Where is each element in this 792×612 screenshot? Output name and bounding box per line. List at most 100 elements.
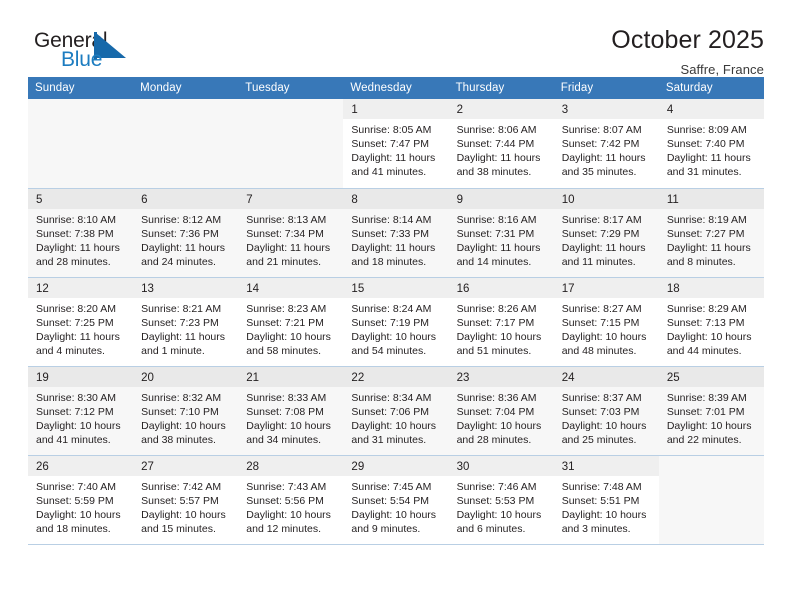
calendar-day-cell[interactable]: 12 Sunrise: 8:20 AM Sunset: 7:25 PM Dayligh… — [28, 277, 134, 367]
daylight-text: Daylight: 10 hours and 44 minutes. — [666, 330, 752, 357]
calendar-day-cell[interactable]: 1 Sunrise: 8:05 AM Sunset: 7:47 PM Daylight… — [343, 99, 449, 189]
daylight-text: Daylight: 11 hours and 4 minutes. — [36, 330, 120, 357]
calendar-day-cell[interactable]: 10 Sunrise: 8:17 AM Sunset: 7:29 PM Dayligh… — [553, 188, 659, 278]
daylight-text: Daylight: 10 hours and 31 minutes. — [351, 419, 437, 446]
sunset-text: Sunset: 7:40 PM — [666, 138, 745, 151]
calendar-day-cell[interactable]: 30 Sunrise: 7:46 AM Sunset: 5:53 PM Dayligh… — [448, 455, 554, 545]
daylight-text: Daylight: 10 hours and 9 minutes. — [351, 508, 437, 535]
sunset-text: Sunset: 7:04 PM — [456, 405, 535, 418]
calendar-day-cell[interactable]: 20 Sunrise: 8:32 AM Sunset: 7:10 PM Dayligh… — [133, 366, 239, 456]
day-number: 9 — [448, 188, 554, 209]
sunrise-text: Sunrise: 8:30 AM — [36, 391, 116, 404]
calendar-day-cell[interactable]: 26 Sunrise: 7:40 AM Sunset: 5:59 PM Dayligh… — [28, 455, 134, 545]
sunrise-text: Sunrise: 7:48 AM — [561, 480, 642, 493]
day-number: 5 — [28, 188, 134, 209]
calendar-day-cell[interactable]: 3 Sunrise: 8:07 AM Sunset: 7:42 PM Daylight… — [553, 99, 659, 189]
sunset-text: Sunset: 7:31 PM — [456, 227, 535, 240]
sun-info: Sunrise: 8:21 AM Sunset: 7:23 PM Daylight:… — [133, 298, 238, 358]
day-number: 11 — [658, 188, 764, 209]
sun-info: Sunrise: 8:07 AM Sunset: 7:42 PM Daylight:… — [554, 119, 659, 179]
calendar-day-cell[interactable]: 6 Sunrise: 8:12 AM Sunset: 7:36 PM Daylight… — [133, 188, 239, 278]
sun-info: Sunrise: 8:29 AM Sunset: 7:13 PM Daylight:… — [659, 298, 764, 358]
sunrise-text: Sunrise: 8:24 AM — [351, 302, 432, 315]
daylight-text: Daylight: 10 hours and 22 minutes. — [666, 419, 752, 446]
sunset-text: Sunset: 5:57 PM — [141, 494, 219, 507]
sunset-text: Sunset: 7:29 PM — [561, 227, 640, 240]
day-number — [133, 99, 238, 119]
calendar-week-row: 1 Sunrise: 8:05 AM Sunset: 7:47 PM Daylight… — [28, 99, 764, 189]
calendar-day-cell[interactable]: 9 Sunrise: 8:16 AM Sunset: 7:31 PM Daylight… — [448, 188, 554, 278]
daylight-text: Daylight: 11 hours and 24 minutes. — [141, 241, 225, 268]
sun-info: Sunrise: 8:27 AM Sunset: 7:15 PM Daylight:… — [554, 298, 659, 358]
sunset-text: Sunset: 7:19 PM — [351, 316, 430, 329]
calendar-day-cell[interactable]: 4 Sunrise: 8:09 AM Sunset: 7:40 PM Daylight… — [658, 99, 764, 189]
calendar-day-cell[interactable]: 15 Sunrise: 8:24 AM Sunset: 7:19 PM Dayligh… — [343, 277, 449, 367]
day-number: 10 — [553, 188, 659, 209]
calendar-day-cell[interactable]: 23 Sunrise: 8:36 AM Sunset: 7:04 PM Dayligh… — [448, 366, 554, 456]
sun-info: Sunrise: 8:23 AM Sunset: 7:21 PM Daylight:… — [238, 298, 343, 358]
sunrise-text: Sunrise: 8:26 AM — [456, 302, 537, 315]
calendar-week-row: 19 Sunrise: 8:30 AM Sunset: 7:12 PM Dayligh… — [28, 366, 764, 456]
day-number — [28, 99, 133, 119]
weekday-header-monday: Monday — [133, 77, 239, 99]
day-number: 31 — [553, 455, 659, 476]
calendar-day-cell[interactable]: 22 Sunrise: 8:34 AM Sunset: 7:06 PM Dayligh… — [343, 366, 449, 456]
sun-info: Sunrise: 8:14 AM Sunset: 7:33 PM Daylight:… — [343, 209, 448, 269]
sunrise-text: Sunrise: 8:21 AM — [141, 302, 222, 315]
calendar-day-cell[interactable]: 21 Sunrise: 8:33 AM Sunset: 7:08 PM Dayligh… — [238, 366, 344, 456]
sunset-text: Sunset: 5:53 PM — [456, 494, 535, 507]
day-number: 28 — [238, 455, 344, 476]
calendar-day-cell[interactable]: 7 Sunrise: 8:13 AM Sunset: 7:34 PM Daylight… — [238, 188, 344, 278]
sun-info: Sunrise: 8:33 AM Sunset: 7:08 PM Daylight:… — [238, 387, 343, 447]
sunset-text: Sunset: 7:15 PM — [561, 316, 640, 329]
page-header: General Blue October 2025 Saffre, France — [28, 0, 764, 79]
calendar-day-cell[interactable]: 24 Sunrise: 8:37 AM Sunset: 7:03 PM Dayligh… — [553, 366, 659, 456]
weekday-header-thursday: Thursday — [448, 77, 554, 99]
calendar-day-cell[interactable]: 19 Sunrise: 8:30 AM Sunset: 7:12 PM Dayligh… — [28, 366, 134, 456]
sun-info: Sunrise: 7:40 AM Sunset: 5:59 PM Daylight:… — [28, 476, 133, 536]
calendar-day-cell[interactable]: 17 Sunrise: 8:27 AM Sunset: 7:15 PM Dayligh… — [553, 277, 659, 367]
day-number: 18 — [658, 277, 764, 298]
day-number: 13 — [133, 277, 239, 298]
daylight-text: Daylight: 10 hours and 38 minutes. — [141, 419, 226, 446]
calendar-day-cell[interactable]: 5 Sunrise: 8:10 AM Sunset: 7:38 PM Daylight… — [28, 188, 134, 278]
calendar-day-cell[interactable]: 29 Sunrise: 7:45 AM Sunset: 5:54 PM Dayligh… — [343, 455, 449, 545]
day-number: 14 — [238, 277, 344, 298]
daylight-text: Daylight: 11 hours and 35 minutes. — [561, 152, 646, 179]
sun-info: Sunrise: 8:16 AM Sunset: 7:31 PM Daylight:… — [449, 209, 554, 269]
day-number: 20 — [133, 366, 239, 387]
day-number — [238, 99, 343, 119]
calendar-day-cell[interactable]: 27 Sunrise: 7:42 AM Sunset: 5:57 PM Dayligh… — [133, 455, 239, 545]
calendar-day-cell[interactable]: 13 Sunrise: 8:21 AM Sunset: 7:23 PM Dayligh… — [133, 277, 239, 367]
calendar-day-cell[interactable]: 8 Sunrise: 8:14 AM Sunset: 7:33 PM Daylight… — [343, 188, 449, 278]
day-number: 15 — [343, 277, 449, 298]
day-number: 26 — [28, 455, 134, 476]
sunrise-text: Sunrise: 7:40 AM — [36, 480, 116, 493]
calendar-day-cell[interactable]: 31 Sunrise: 7:48 AM Sunset: 5:51 PM Dayligh… — [553, 455, 659, 545]
sun-info: Sunrise: 8:36 AM Sunset: 7:04 PM Daylight:… — [449, 387, 554, 447]
sun-info: Sunrise: 8:34 AM Sunset: 7:06 PM Daylight:… — [343, 387, 448, 447]
sunset-text: Sunset: 7:27 PM — [666, 227, 745, 240]
sun-info: Sunrise: 8:10 AM Sunset: 7:38 PM Daylight:… — [28, 209, 133, 269]
daylight-text: Daylight: 10 hours and 34 minutes. — [246, 419, 331, 446]
weekday-header-friday: Friday — [553, 77, 659, 99]
calendar-day-cell[interactable]: 28 Sunrise: 7:43 AM Sunset: 5:56 PM Dayligh… — [238, 455, 344, 545]
calendar-day-cell[interactable]: 25 Sunrise: 8:39 AM Sunset: 7:01 PM Dayligh… — [658, 366, 764, 456]
sunrise-text: Sunrise: 7:46 AM — [456, 480, 537, 493]
day-number: 4 — [658, 99, 764, 119]
daylight-text: Daylight: 11 hours and 38 minutes. — [456, 152, 541, 179]
brand-logo[interactable]: General Blue — [28, 27, 148, 79]
sunrise-text: Sunrise: 8:20 AM — [36, 302, 116, 315]
daylight-text: Daylight: 10 hours and 48 minutes. — [561, 330, 647, 357]
sunset-text: Sunset: 7:38 PM — [36, 227, 114, 240]
calendar-day-cell[interactable]: 14 Sunrise: 8:23 AM Sunset: 7:21 PM Dayligh… — [238, 277, 344, 367]
calendar-page: General Blue October 2025 Saffre, France… — [0, 0, 792, 612]
calendar-day-cell[interactable]: 16 Sunrise: 8:26 AM Sunset: 7:17 PM Dayligh… — [448, 277, 554, 367]
sunset-text: Sunset: 7:33 PM — [351, 227, 430, 240]
calendar-body: 1 Sunrise: 8:05 AM Sunset: 7:47 PM Daylight… — [28, 99, 764, 545]
calendar-day-cell[interactable]: 11 Sunrise: 8:19 AM Sunset: 7:27 PM Dayligh… — [658, 188, 764, 278]
calendar-day-cell[interactable]: 2 Sunrise: 8:06 AM Sunset: 7:44 PM Daylight… — [448, 99, 554, 189]
weekday-header-saturday: Saturday — [658, 77, 764, 99]
sun-info: Sunrise: 8:19 AM Sunset: 7:27 PM Daylight:… — [659, 209, 764, 269]
calendar-day-cell[interactable]: 18 Sunrise: 8:29 AM Sunset: 7:13 PM Dayligh… — [658, 277, 764, 367]
